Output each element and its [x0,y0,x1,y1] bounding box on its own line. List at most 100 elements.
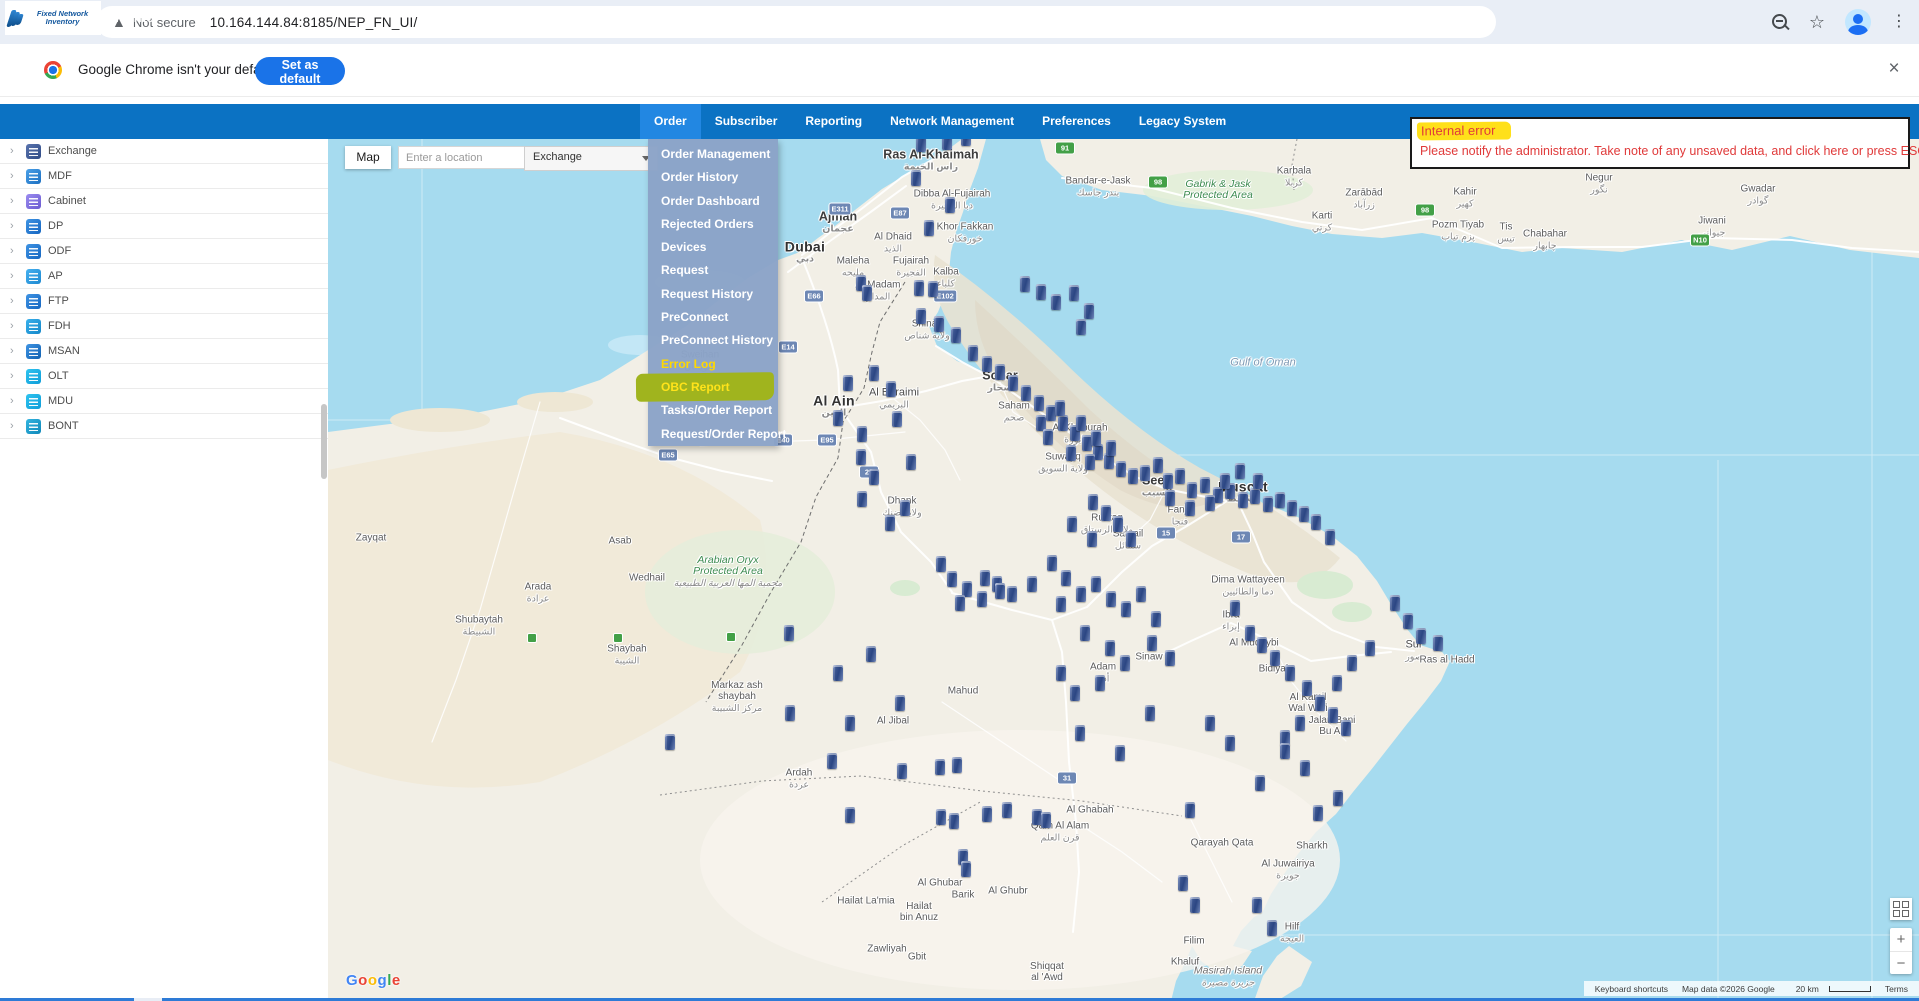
exchange-marker-icon[interactable] [895,695,905,711]
exchange-marker-icon[interactable] [1041,812,1051,828]
exchange-marker-icon[interactable] [1027,576,1037,592]
chevron-right-icon[interactable]: › [10,395,20,407]
address-bar[interactable]: ▲ Not secure 10.164.144.84:8185/NEP_FN_U… [96,6,1496,38]
exchange-marker-icon[interactable] [827,753,837,769]
url-text[interactable]: 10.164.144.84:8185/NEP_FN_UI/ [210,15,418,30]
exchange-marker-icon[interactable] [1145,705,1155,721]
exchange-marker-icon[interactable] [1047,555,1057,571]
exchange-marker-icon[interactable] [1267,920,1277,936]
exchange-marker-icon[interactable] [845,807,855,823]
exchange-marker-icon[interactable] [1085,454,1095,470]
sidebar-item-msan[interactable]: ›MSAN [0,339,328,364]
chevron-right-icon[interactable]: › [10,270,20,282]
exchange-marker-icon[interactable] [1055,400,1065,416]
exchange-marker-icon[interactable] [1080,625,1090,641]
sidebar-item-ftp[interactable]: ›FTP [0,289,328,314]
nav-item-preferences[interactable]: Preferences [1028,104,1125,139]
exchange-marker-icon[interactable] [935,759,945,775]
exchange-marker-icon[interactable] [1230,600,1240,616]
exchange-marker-icon[interactable] [906,454,916,470]
exchange-marker-icon[interactable] [1106,440,1116,456]
exchange-marker-icon[interactable] [982,806,992,822]
exchange-marker-icon[interactable] [1257,637,1267,653]
exchange-marker-icon[interactable] [1275,492,1285,508]
exchange-marker-icon[interactable] [1051,294,1061,310]
menu-item-request-order-report[interactable]: Request/Order Report [648,423,778,446]
exchange-marker-icon[interactable] [1235,463,1245,479]
sidebar-item-cabinet[interactable]: ›Cabinet [0,189,328,214]
exchange-marker-icon[interactable] [1255,775,1265,791]
exchange-marker-icon[interactable] [1333,790,1343,806]
exchange-marker-icon[interactable] [1250,488,1260,504]
exchange-marker-icon[interactable] [869,365,879,381]
exchange-marker-icon[interactable] [1140,465,1150,481]
exchange-marker-icon[interactable] [982,356,992,372]
chevron-right-icon[interactable]: › [10,145,20,157]
exchange-marker-icon[interactable] [1299,506,1309,522]
exchange-marker-icon[interactable] [1120,655,1130,671]
exchange-marker-icon[interactable] [845,715,855,731]
exchange-marker-icon[interactable] [1187,482,1197,498]
exchange-marker-icon[interactable] [1225,735,1235,751]
menu-item-order-dashboard[interactable]: Order Dashboard [648,190,778,213]
exchange-marker-icon[interactable] [1153,457,1163,473]
exchange-marker-icon[interactable] [1365,640,1375,656]
exchange-marker-icon[interactable] [900,500,910,516]
exchange-marker-icon[interactable] [977,591,987,607]
exchange-marker-icon[interactable] [1287,500,1297,516]
exchange-marker-icon[interactable] [1076,415,1086,431]
exchange-marker-icon[interactable] [916,308,926,324]
exchange-marker-icon[interactable] [1390,595,1400,611]
exchange-marker-icon[interactable] [1036,284,1046,300]
exchange-marker-icon[interactable] [949,813,959,829]
nav-item-legacy-system[interactable]: Legacy System [1125,104,1240,139]
exchange-marker-icon[interactable] [1075,725,1085,741]
exchange-marker-icon[interactable] [1403,613,1413,629]
exchange-marker-icon[interactable] [1238,492,1248,508]
exchange-marker-icon[interactable] [1066,445,1076,461]
exchange-marker-icon[interactable] [869,469,879,485]
exchange-marker-icon[interactable] [1151,611,1161,627]
exchange-marker-icon[interactable] [1147,635,1157,651]
exchange-marker-icon[interactable] [961,139,971,146]
menu-item-error-log[interactable]: Error Log [648,353,778,376]
exchange-marker-icon[interactable] [833,665,843,681]
location-search-input[interactable] [398,146,525,169]
exchange-marker-icon[interactable] [833,410,843,426]
exchange-marker-icon[interactable] [1302,680,1312,696]
menu-item-preconnect[interactable]: PreConnect [648,306,778,329]
exchange-marker-icon[interactable] [1088,494,1098,510]
map-canvas[interactable]: Ras Al-Khaimahراس الخيمةDibba Al-Fujaira… [328,139,1919,1001]
exchange-marker-icon[interactable] [1021,385,1031,401]
exchange-marker-icon[interactable] [1128,468,1138,484]
exchange-marker-icon[interactable] [928,281,938,297]
exchange-marker-icon[interactable] [968,345,978,361]
exchange-marker-icon[interactable] [1280,743,1290,759]
exchange-marker-icon[interactable] [1105,640,1115,656]
exchange-marker-icon[interactable] [955,595,965,611]
exchange-marker-icon[interactable] [1056,596,1066,612]
zoom-out-button[interactable]: − [1890,952,1912,975]
exchange-marker-icon[interactable] [856,449,866,465]
exchange-marker-icon[interactable] [1178,875,1188,891]
exchange-marker-icon[interactable] [1185,802,1195,818]
menu-item-tasks-order-report[interactable]: Tasks/Order Report [648,399,778,422]
map-type-button[interactable]: Map [345,146,391,169]
exchange-marker-icon[interactable] [1185,500,1195,516]
exchange-marker-icon[interactable] [892,411,902,427]
exchange-marker-icon[interactable] [1190,897,1200,913]
chevron-right-icon[interactable]: › [10,420,20,432]
exchange-marker-icon[interactable] [1311,514,1321,530]
exchange-marker-icon[interactable] [1113,516,1123,532]
exchange-marker-icon[interactable] [886,381,896,397]
menu-item-devices[interactable]: Devices [648,236,778,259]
exchange-marker-icon[interactable] [1034,395,1044,411]
browser-menu-icon[interactable]: ⋮ [1886,9,1912,35]
exchange-marker-icon[interactable] [1121,601,1131,617]
chevron-right-icon[interactable]: › [10,345,20,357]
terms-link[interactable]: Terms [1878,984,1915,994]
exchange-marker-icon[interactable] [1200,477,1210,493]
exchange-marker-icon[interactable] [785,705,795,721]
chevron-right-icon[interactable]: › [10,220,20,232]
chevron-right-icon[interactable]: › [10,245,20,257]
